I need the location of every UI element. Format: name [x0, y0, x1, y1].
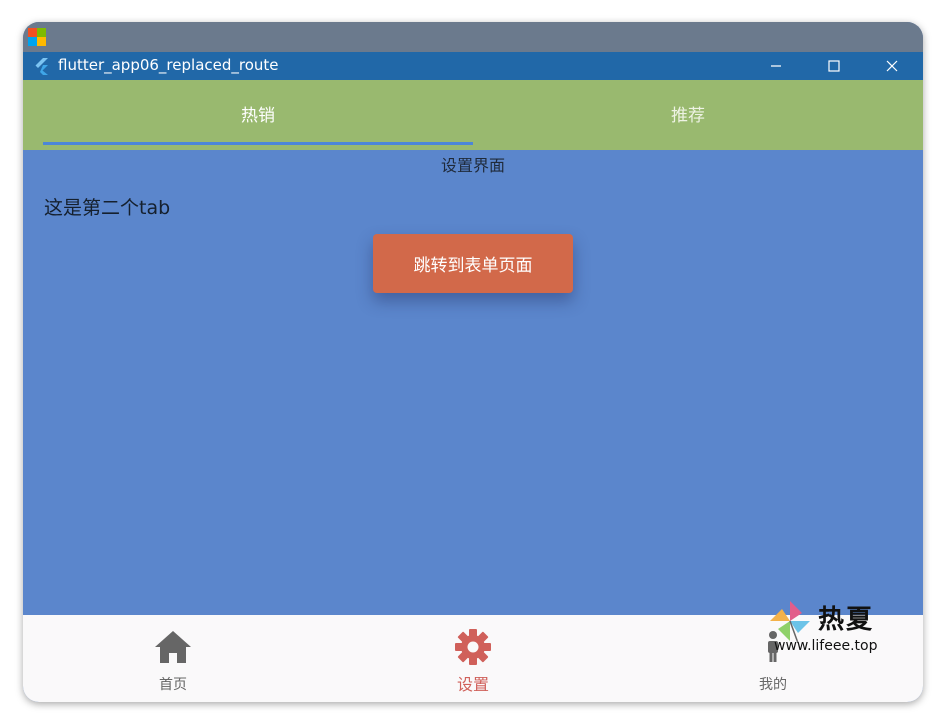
tab-recommend[interactable]: 推荐: [463, 80, 913, 146]
nav-label-home: 首页: [159, 677, 187, 693]
nav-label-profile: 我的: [759, 677, 787, 693]
app-bar: 热销 推荐: [23, 80, 923, 150]
nav-label-settings: 设置: [456, 675, 489, 694]
watermark-text: 热夏: [818, 605, 875, 635]
page-title: 设置界面: [440, 156, 505, 175]
minimize-button[interactable]: [747, 52, 805, 80]
title-bar: flutter_app06_replaced_route: [23, 52, 923, 80]
watermark-url: www.lifeee.top: [774, 638, 878, 654]
minimize-icon: [771, 65, 781, 67]
nav-item-settings[interactable]: 设置: [323, 615, 623, 702]
nav-item-home[interactable]: 首页: [23, 615, 323, 702]
flutter-icon: [35, 58, 48, 75]
tab-content-text: 这是第二个tab: [44, 197, 171, 219]
close-button[interactable]: [863, 52, 921, 80]
gear-icon: [455, 629, 491, 665]
tab-hot[interactable]: 热销: [33, 80, 483, 146]
home-icon: [155, 631, 191, 663]
watermark: 热夏 www.lifeee.top: [766, 599, 906, 659]
maximize-button[interactable]: [805, 52, 863, 80]
close-icon: [886, 60, 898, 72]
window-title: flutter_app06_replaced_route: [58, 56, 279, 74]
tab-indicator: [43, 142, 473, 145]
desktop-strip: [23, 22, 923, 52]
maximize-icon: [828, 60, 840, 72]
pinwheel-logo-icon: [770, 601, 810, 643]
go-to-form-button[interactable]: 跳转到表单页面: [373, 234, 573, 293]
windows-logo-icon: [28, 28, 46, 46]
